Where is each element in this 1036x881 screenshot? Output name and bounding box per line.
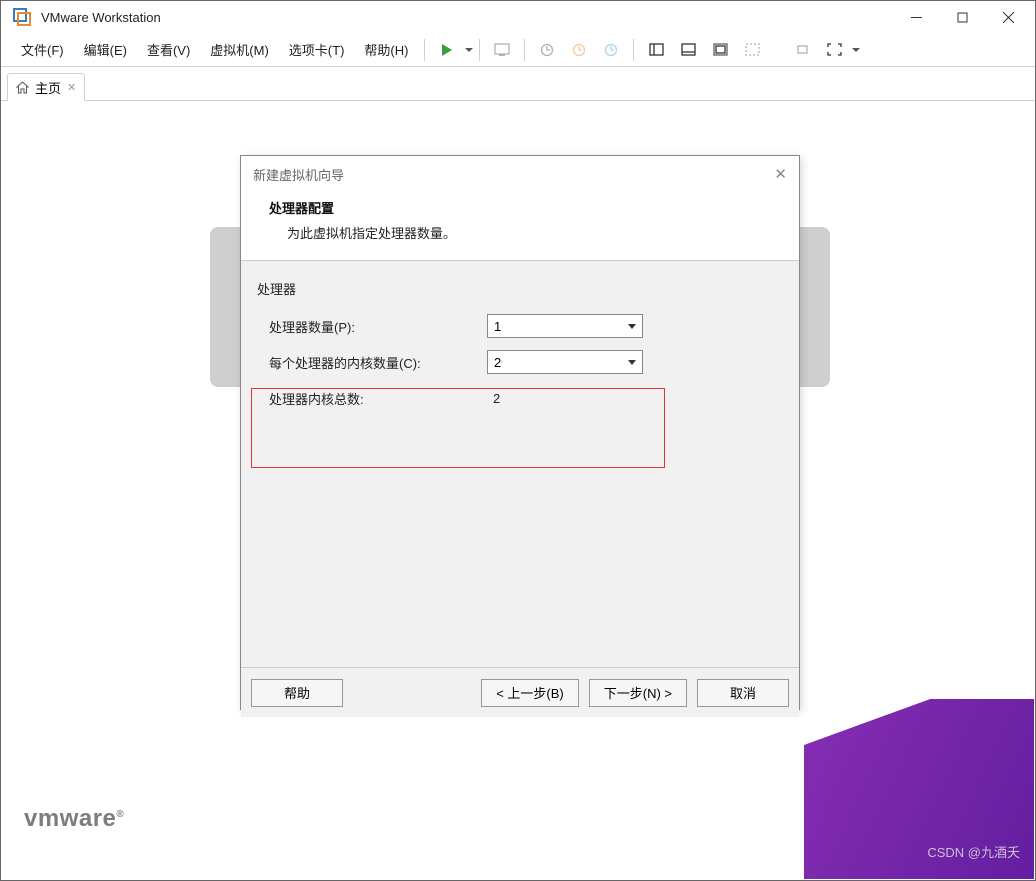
titlebar: VMware Workstation — [1, 1, 1035, 33]
view-thumbnail-icon[interactable] — [675, 37, 701, 63]
proc-count-select[interactable]: 1 — [487, 314, 643, 338]
separator — [479, 39, 480, 61]
dialog-title: 新建虚拟机向导 — [253, 165, 774, 184]
snapshot-manage-icon[interactable] — [598, 37, 624, 63]
fullscreen-dropdown-icon[interactable] — [852, 48, 860, 52]
total-value: 2 — [487, 391, 500, 406]
snapshot-revert-icon[interactable] — [566, 37, 592, 63]
close-button[interactable] — [985, 2, 1031, 32]
snapshot-icon[interactable] — [534, 37, 560, 63]
help-button[interactable]: 帮助 — [251, 679, 343, 707]
menu-tabs[interactable]: 选项卡(T) — [279, 36, 355, 63]
vmware-icon — [13, 8, 31, 26]
tabbar: 主页 ✕ — [1, 67, 1035, 101]
menu-help[interactable]: 帮助(H) — [354, 36, 418, 63]
chevron-down-icon — [628, 360, 636, 365]
vmware-logo: vmware® — [24, 805, 124, 833]
proc-count-row: 处理器数量(P): 1 — [257, 308, 783, 344]
proc-count-label: 处理器数量(P): — [269, 317, 487, 336]
separator — [424, 39, 425, 61]
watermark: CSDN @九酒夭 — [927, 842, 1020, 861]
menu-file[interactable]: 文件(F) — [11, 36, 74, 63]
fullscreen-icon[interactable] — [821, 37, 847, 63]
total-label: 处理器内核总数: — [269, 389, 487, 408]
home-icon — [16, 81, 29, 94]
menubar: 文件(F) 编辑(E) 查看(V) 虚拟机(M) 选项卡(T) 帮助(H) — [1, 33, 1035, 67]
dialog-titlebar: 新建虚拟机向导 ✕ — [241, 156, 799, 192]
maximize-button[interactable] — [939, 2, 985, 32]
total-row: 处理器内核总数: 2 — [257, 380, 783, 416]
dialog-heading: 处理器配置 — [269, 198, 771, 217]
close-icon[interactable]: ✕ — [67, 81, 76, 94]
minimize-button[interactable] — [893, 2, 939, 32]
cores-value: 2 — [494, 355, 501, 370]
stretch-icon[interactable] — [789, 37, 815, 63]
dialog-close-button[interactable]: ✕ — [774, 165, 787, 183]
dialog-subtitle: 为此虚拟机指定处理器数量。 — [269, 223, 771, 242]
window-title: VMware Workstation — [41, 10, 893, 25]
menu-view[interactable]: 查看(V) — [137, 36, 200, 63]
proc-count-value: 1 — [494, 319, 501, 334]
cancel-button[interactable]: 取消 — [697, 679, 789, 707]
menu-vm[interactable]: 虚拟机(M) — [200, 36, 279, 63]
tab-label: 主页 — [35, 78, 61, 97]
cores-row: 每个处理器的内核数量(C): 2 — [257, 344, 783, 380]
dialog-header: 处理器配置 为此虚拟机指定处理器数量。 — [241, 192, 799, 261]
view-single-icon[interactable] — [643, 37, 669, 63]
next-button[interactable]: 下一步(N) > — [589, 679, 687, 707]
unity-icon[interactable] — [739, 37, 765, 63]
new-vm-wizard-dialog: 新建虚拟机向导 ✕ 处理器配置 为此虚拟机指定处理器数量。 处理器 处理器数量(… — [240, 155, 800, 710]
dialog-footer: 帮助 < 上一步(B) 下一步(N) > 取消 — [241, 667, 799, 717]
play-dropdown-icon[interactable] — [465, 48, 473, 52]
tab-home[interactable]: 主页 ✕ — [7, 73, 85, 101]
back-button[interactable]: < 上一步(B) — [481, 679, 579, 707]
menu-edit[interactable]: 编辑(E) — [74, 36, 137, 63]
separator — [633, 39, 634, 61]
dialog-body: 处理器 处理器数量(P): 1 每个处理器的内核数量(C): 2 处理器内核总数… — [241, 261, 799, 667]
workspace: 新建虚拟机向导 ✕ 处理器配置 为此虚拟机指定处理器数量。 处理器 处理器数量(… — [2, 102, 1034, 879]
separator — [524, 39, 525, 61]
play-icon[interactable] — [434, 37, 460, 63]
cores-label: 每个处理器的内核数量(C): — [269, 353, 487, 372]
screenshot-icon[interactable] — [489, 37, 515, 63]
chevron-down-icon — [628, 324, 636, 329]
cores-select[interactable]: 2 — [487, 350, 643, 374]
group-label: 处理器 — [257, 279, 783, 298]
view-multiple-icon[interactable] — [707, 37, 733, 63]
